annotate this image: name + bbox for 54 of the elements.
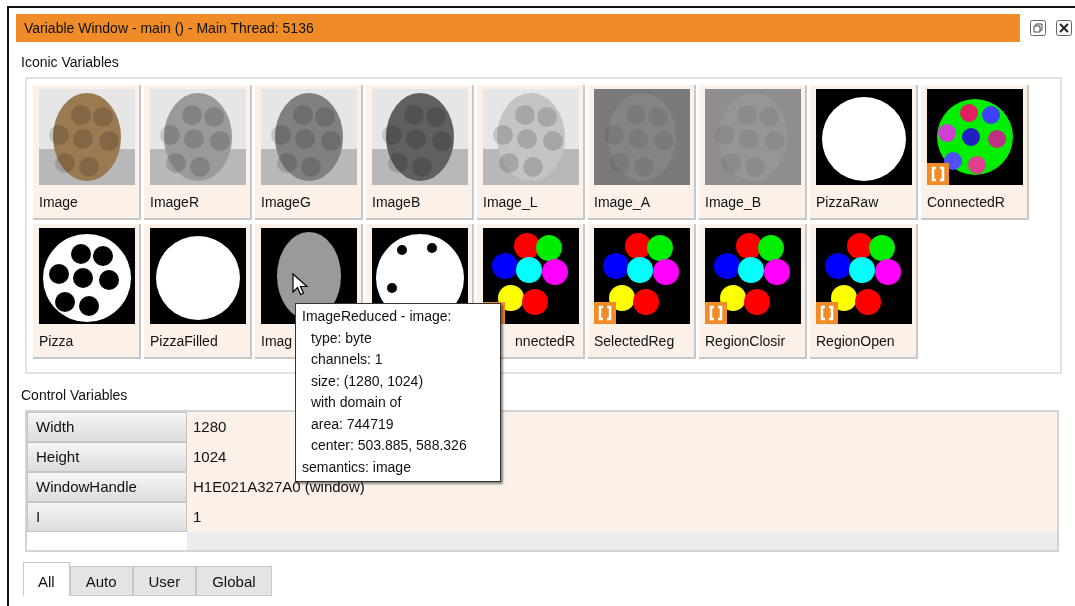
variable-name: ConnectedR [927,193,1005,211]
variable-value: 1280 [193,417,227,437]
variable-name: nnectedR [515,332,575,350]
section-heading: Iconic Variables [21,53,119,71]
variable-name: PizzaRaw [816,193,879,211]
window-title: Variable Window - main () - Main Thread: 5136 [16,14,1020,42]
variable-tile[interactable]: SelectedReg [588,224,696,359]
variable-name: Image [39,193,78,211]
variable-name-cell: Width [27,412,187,442]
variable-tile[interactable]: PizzaRaw [810,85,918,220]
variable-tile[interactable]: RegionOpen [810,224,918,359]
variable-name: SelectedReg [594,332,675,350]
variable-tile[interactable]: RegionClosir [699,224,807,359]
variable-name: Image_L [483,193,538,211]
tooltip-line: with domain of [310,393,403,412]
variable-name: ImageB [372,193,421,211]
variable-value: H1E021A327A0 (window) [193,477,365,497]
variable-name: Image_B [705,193,762,211]
variable-tile[interactable]: Image_B [699,85,807,220]
close-icon[interactable] [1056,20,1072,36]
tooltip-line: semantics: image [302,457,412,477]
variable-name: Pizza [39,332,74,350]
variable-tile[interactable]: ImageG [255,85,363,220]
variable-value: 1024 [193,447,227,467]
tab[interactable]: Global [196,566,272,596]
variable-tile[interactable]: Image_A [588,85,696,220]
variable-value: 1 [193,507,202,527]
mouse-pointer-icon [292,273,308,297]
variable-tile[interactable]: Image [33,85,141,220]
tooltip-line: size: (1280, 1024) [310,371,425,391]
tooltip-line: center: 503.885, 588.326 [310,436,468,455]
variable-name: Image_A [594,193,651,211]
tooltip-line: area: 744719 [310,414,395,434]
tab[interactable]: Auto [69,566,133,596]
variable-tile[interactable]: ConnectedR [921,85,1029,220]
section-heading: Control Variables [21,386,128,404]
restore-icon[interactable] [1030,20,1046,36]
variable-name: Imag [261,332,293,350]
variable-name-cell: Height [27,442,187,472]
tab[interactable]: All [23,562,70,596]
tab[interactable]: User [132,566,197,596]
variable-tile[interactable]: PizzaFilled [144,224,252,359]
variable-name: PizzaFilled [150,332,218,350]
variable-tile[interactable]: Image_L [477,85,585,220]
variable-name: RegionOpen [816,332,895,350]
variable-name: RegionClosir [705,332,786,350]
variable-name-cell: I [27,502,187,532]
variable-tile[interactable]: Pizza [33,224,141,359]
variable-name: ImageR [150,193,200,211]
variable-tile[interactable]: ImageB [366,85,474,220]
variable-name: ImageG [261,193,311,211]
variable-tile[interactable]: nnectedR [477,224,585,359]
variable-tile[interactable]: ImageR [144,85,252,220]
variable-name-cell: WindowHandle [27,472,187,502]
